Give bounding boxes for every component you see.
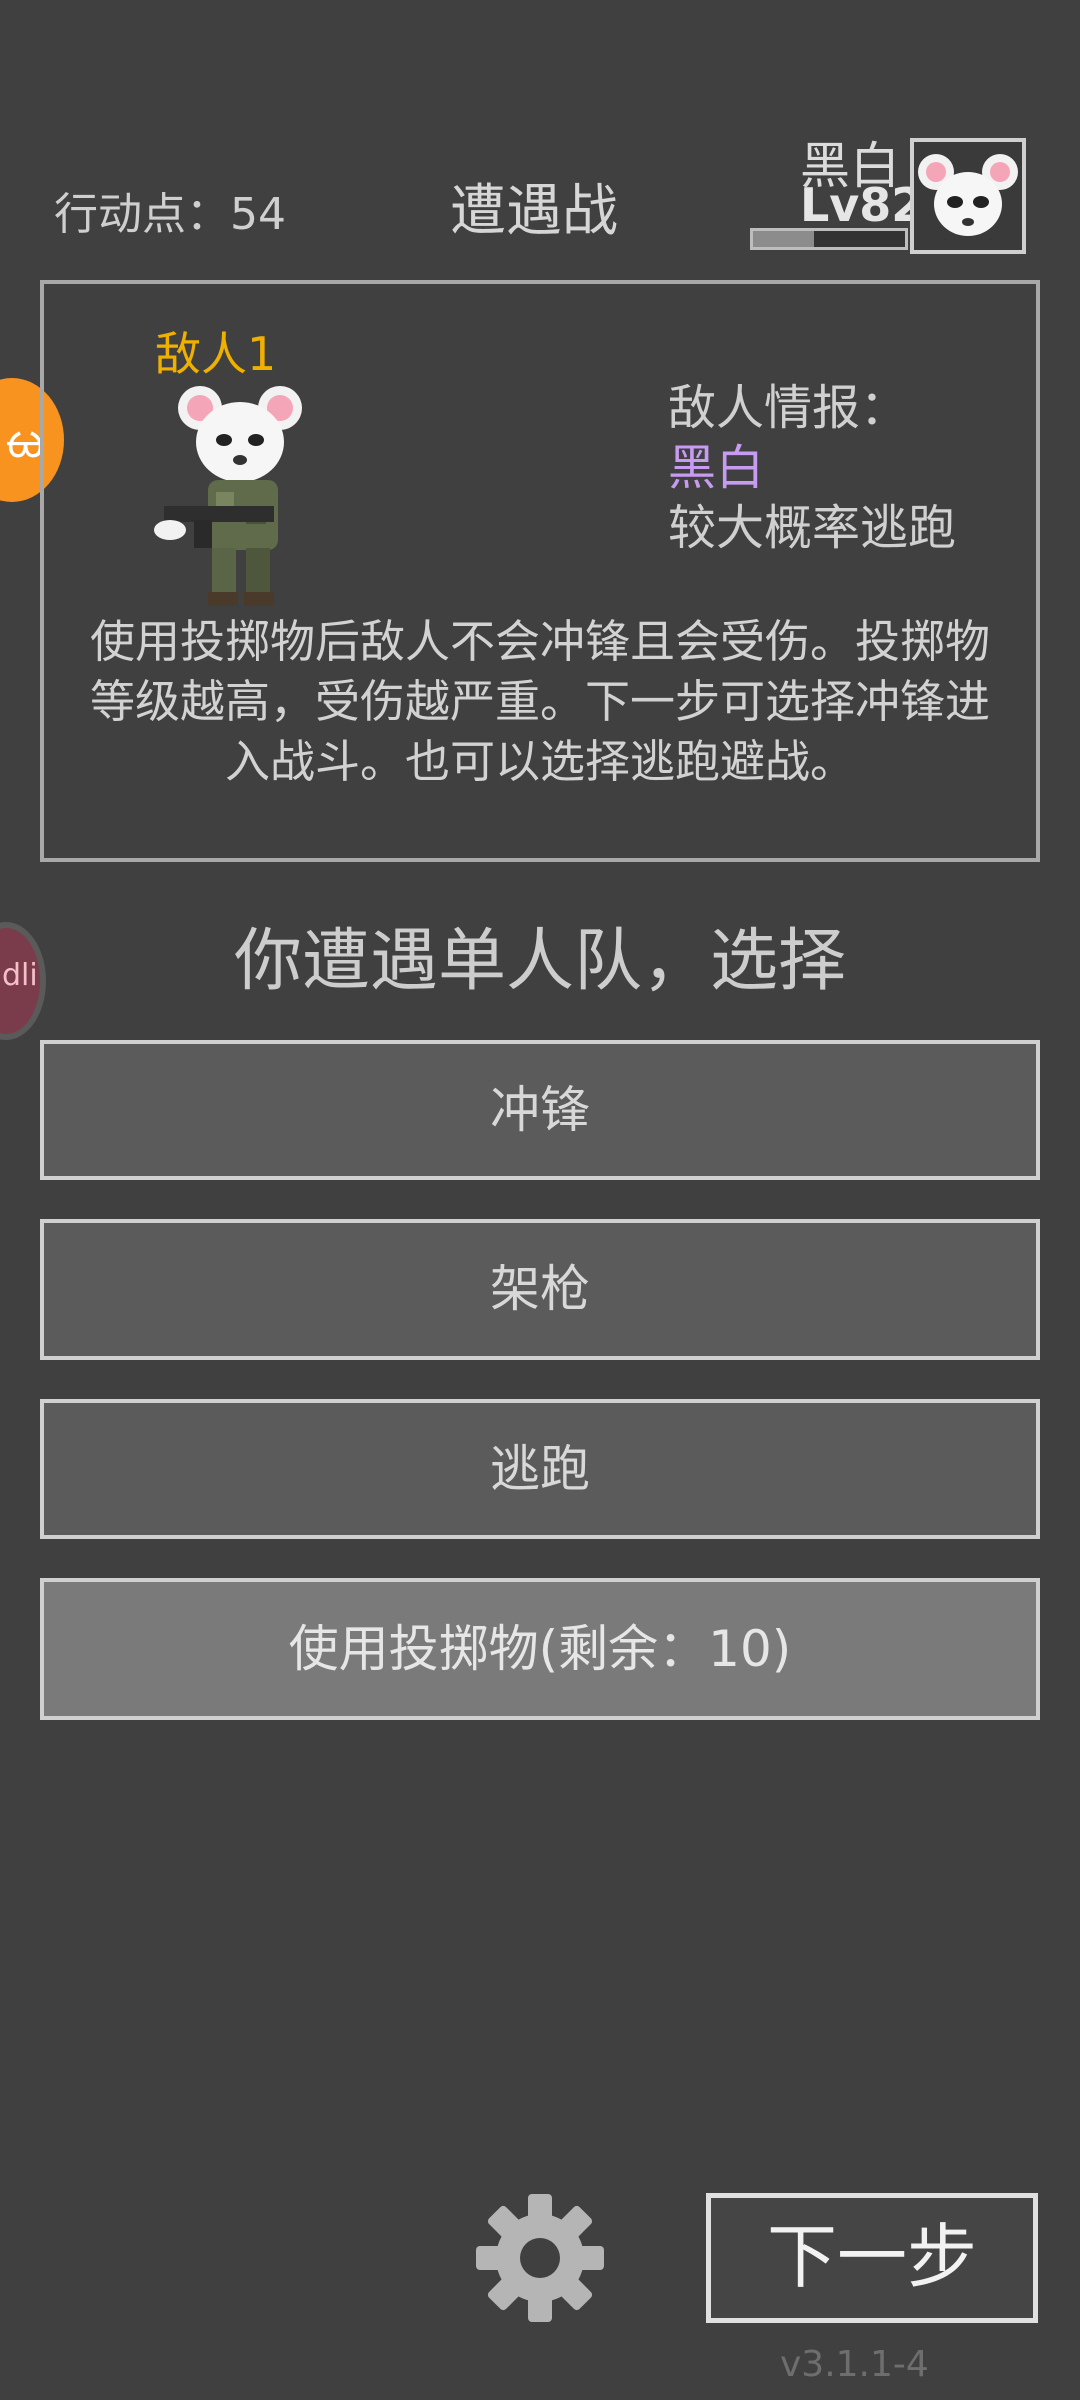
- mouse-avatar-icon: [918, 154, 1018, 236]
- player-xp-bar: [750, 228, 908, 250]
- encounter-description: 使用投掷物后敌人不会冲锋且会受伤。投掷物等级越高，受伤越严重。下一步可选择冲锋进…: [89, 615, 990, 788]
- encounter-prompt: 你遭遇单人队，选择: [233, 922, 846, 1001]
- enemy-sprite: [150, 380, 330, 610]
- screen-title: 遭遇战: [450, 179, 618, 244]
- settings-button[interactable]: [472, 2190, 608, 2326]
- player-level: Lv82: [800, 178, 924, 232]
- next-step-button[interactable]: 下一步: [706, 2193, 1038, 2323]
- charge-button[interactable]: 冲锋: [40, 1040, 1040, 1180]
- player-avatar[interactable]: [910, 138, 1026, 254]
- use-throwable-button[interactable]: 使用投掷物(剩余：10): [40, 1578, 1040, 1720]
- armed-mouse-enemy-icon: [154, 386, 302, 606]
- action-points: 行动点：54: [54, 189, 286, 240]
- flee-button[interactable]: 逃跑: [40, 1399, 1040, 1539]
- setup-gun-button[interactable]: 架枪: [40, 1219, 1040, 1360]
- version-label: v3.1.1-4: [780, 2344, 929, 2385]
- enemy-label: 敌人1: [155, 327, 277, 381]
- gear-icon: [476, 2194, 604, 2322]
- player-xp-fill: [753, 231, 814, 247]
- enemy-intel-trait: 较大概率逃跑: [668, 500, 957, 556]
